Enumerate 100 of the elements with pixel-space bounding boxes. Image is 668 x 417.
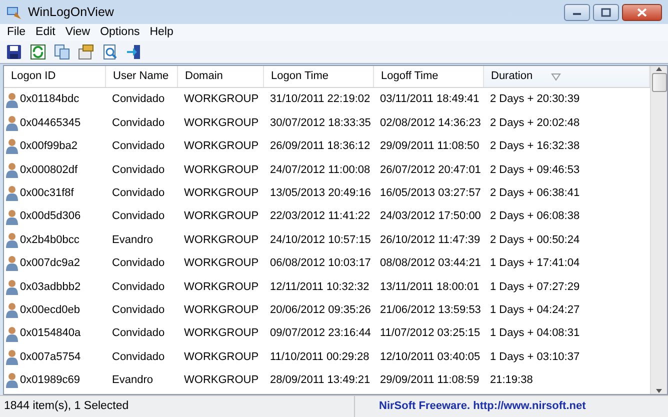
column-header[interactable]: User Name (106, 66, 178, 87)
table-cell-text: WORKGROUP (183, 186, 260, 201)
table-cell: 0x00f99ba2 (4, 138, 106, 155)
user-icon (6, 185, 18, 202)
table-cell-text: 2 Days + 16:32:38 (489, 139, 581, 154)
table-cell-text: 2 Days + 09:46:53 (489, 162, 581, 178)
status-text: 1844 item(s), 1 Selected (0, 396, 355, 417)
table-cell: 0x00c31f8f (4, 185, 106, 202)
scroll-thumb[interactable] (652, 73, 666, 92)
table-cell: 0x01184bdc (4, 91, 106, 108)
table-cell-text: 22/03/2012 11:41:22 (269, 209, 372, 224)
table-cell-text: Convidado (111, 162, 166, 178)
minimize-button[interactable] (564, 4, 590, 20)
maximize-icon[interactable] (599, 6, 613, 18)
menu-item[interactable]: Help (144, 24, 178, 41)
table-cell-text: 2 Days + 06:38:41 (489, 186, 581, 201)
table-cell-text: Convidado (111, 139, 166, 154)
table-cell-text: 2 Days + 20:02:48 (489, 116, 581, 131)
table-cell-text: 29/09/2011 11:08:59 (379, 373, 480, 388)
table-cell-text: Evandro (111, 232, 154, 248)
table-cell-text: 1 Days + 07:27:29 (489, 280, 581, 295)
table-cell-text: 30/07/2012 18:33:35 (269, 116, 372, 131)
table-cell: 0x01989c69 (4, 372, 106, 389)
table-cell-text: WORKGROUP (183, 302, 260, 318)
user-icon (6, 138, 18, 154)
table-cell-text: 26/07/2012 20:47:01 (379, 162, 482, 178)
save-button[interactable] (4, 44, 24, 60)
column-header[interactable]: Duration (484, 66, 650, 87)
table-cell-text: 06/08/2012 10:03:17 (269, 256, 372, 272)
table-cell-text: WORKGROUP (183, 232, 260, 248)
app-icon (6, 4, 22, 20)
table-cell-text: WORKGROUP (183, 350, 260, 365)
table-cell-text: Evandro (111, 373, 154, 388)
user-icon (6, 92, 18, 108)
user-icon (6, 115, 18, 132)
table-cell: 0x00d5d306 (4, 208, 106, 225)
scrollbar[interactable] (650, 66, 667, 394)
user-icon (6, 255, 18, 272)
column-header[interactable]: Logon ID (4, 66, 106, 87)
table-cell-text: WORKGROUP (183, 209, 260, 224)
table-cell: 0x000802df (4, 162, 106, 178)
table-cell-text: 03/11/2011 18:49:41 (379, 92, 480, 108)
table-cell-text: 1 Days + 17:41:04 (489, 256, 581, 272)
close-button[interactable] (622, 4, 662, 20)
close-icon[interactable] (635, 6, 649, 18)
table-cell-text: 13/05/2013 20:49:16 (269, 186, 372, 201)
menu-item[interactable]: Edit (30, 24, 60, 41)
table-cell-text: 24/07/2012 11:00:08 (269, 162, 372, 178)
table-cell-text: 21:19:38 (489, 373, 534, 388)
table-cell-text: WORKGROUP (183, 139, 260, 154)
menu-item[interactable]: View (60, 24, 96, 41)
refresh-button[interactable] (28, 44, 48, 60)
table-cell-text: Convidado (111, 186, 166, 201)
copy-button[interactable] (52, 44, 72, 60)
table-cell-text: WORKGROUP (183, 116, 260, 131)
table-cell: 0x04465345 (4, 114, 106, 132)
column-header[interactable]: Domain (178, 66, 264, 87)
maximize-button[interactable] (593, 4, 619, 20)
sort-icon (550, 72, 561, 80)
table-cell-text: Convidado (111, 209, 166, 224)
table-cell: 0x2b4b0bcc (4, 232, 106, 248)
table-cell-text: WORKGROUP (183, 280, 260, 295)
table-cell-text: WORKGROUP (183, 162, 260, 178)
table-cell: 0x03adbbb2 (4, 278, 106, 296)
table-cell: 0x00ecd0eb (4, 302, 106, 318)
table-cell: 0x007dc9a2 (4, 255, 106, 272)
menu-item[interactable]: File (2, 24, 31, 41)
table-cell-text: WORKGROUP (183, 92, 260, 108)
table-cell-text: Convidado (111, 350, 166, 365)
table-cell-text: 1 Days + 03:10:37 (489, 350, 581, 365)
table-cell-text: 20/06/2012 09:35:26 (269, 302, 372, 318)
table-cell-text: 2 Days + 00:50:24 (489, 232, 581, 248)
table-cell-text: Convidado (111, 256, 166, 272)
table-cell-text: 2 Days + 06:08:38 (489, 209, 581, 224)
user-icon (6, 278, 18, 295)
user-icon (6, 302, 18, 318)
table-cell-text: 21/06/2012 13:59:53 (379, 302, 482, 318)
table-cell-text: 24/03/2012 17:50:00 (379, 209, 482, 224)
table-cell-text: 13/11/2011 18:00:01 (379, 280, 480, 295)
user-icon (6, 348, 18, 365)
table-cell-text: 08/08/2012 03:44:21 (379, 256, 482, 272)
properties-button[interactable] (76, 44, 96, 60)
table-cell: 0x007a5754 (4, 348, 106, 366)
window-title: WinLogOnView (28, 4, 114, 21)
table-cell-text: 24/10/2012 10:57:15 (269, 232, 372, 248)
table-cell-text: 1 Days + 04:24:27 (489, 302, 581, 318)
menu-item[interactable]: Options (95, 24, 145, 41)
user-icon (6, 162, 18, 178)
table-cell-text: 11/07/2012 03:25:15 (379, 326, 482, 342)
table-cell-text: 26/09/2011 18:36:12 (269, 139, 372, 154)
user-icon (6, 208, 18, 225)
table-cell-text: WORKGROUP (183, 256, 260, 272)
table-cell-text: Convidado (111, 92, 166, 108)
table-cell-text: Convidado (111, 302, 166, 318)
table-cell: 0x0154840a (4, 325, 106, 342)
column-header[interactable]: Logon Time (264, 66, 374, 87)
user-icon (6, 372, 18, 388)
credit-text: NirSoft Freeware. http://www.nirsoft.net (378, 399, 586, 414)
table-cell-text: 2 Days + 20:30:39 (489, 92, 581, 108)
table-cell-text: 16/05/2013 03:27:57 (379, 186, 482, 201)
